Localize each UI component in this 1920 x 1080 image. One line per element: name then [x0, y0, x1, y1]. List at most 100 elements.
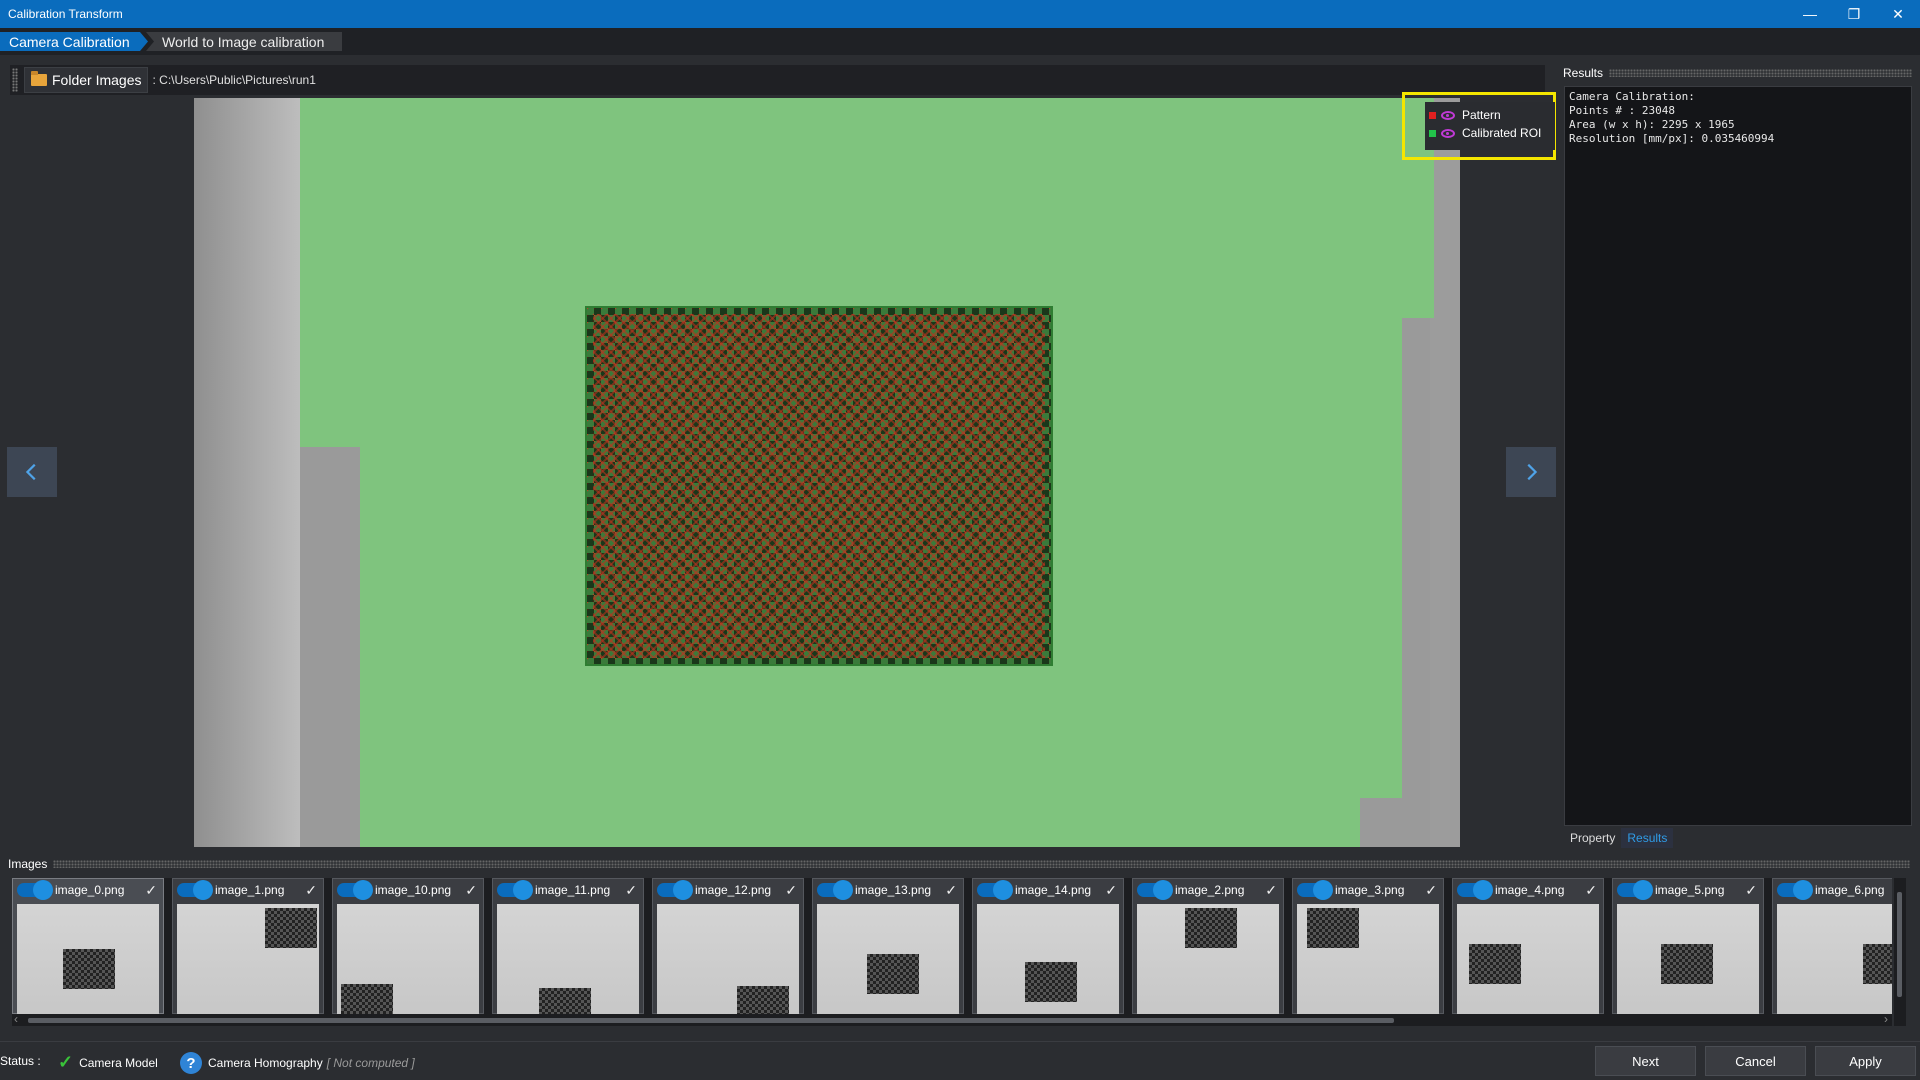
thumbnail-name: image_10.png: [375, 883, 452, 897]
next-button[interactable]: Next: [1595, 1046, 1696, 1076]
thumbnail-item[interactable]: image_14.png ✓: [972, 878, 1124, 1014]
thumbnail-name: image_12.png: [695, 883, 772, 897]
enable-toggle[interactable]: [1297, 880, 1333, 900]
eye-icon[interactable]: [1441, 128, 1455, 138]
enable-toggle[interactable]: [17, 880, 53, 900]
thumbnail-header: image_11.png ✓: [493, 879, 643, 901]
thumbnail-pattern: [1185, 908, 1237, 948]
thumbnail-image: [1297, 904, 1439, 1014]
check-icon: ✓: [1745, 882, 1757, 898]
tab-property[interactable]: Property: [1564, 828, 1621, 848]
cancel-button[interactable]: Cancel: [1705, 1046, 1806, 1076]
thumbnail-item[interactable]: image_13.png ✓: [812, 878, 964, 1014]
thumbnail-item[interactable]: image_4.png ✓: [1452, 878, 1604, 1014]
thumbnail-image: [17, 904, 159, 1014]
enable-toggle[interactable]: [1777, 880, 1813, 900]
enable-toggle[interactable]: [977, 880, 1013, 900]
thumbnail-item[interactable]: image_12.png ✓: [652, 878, 804, 1014]
camera-homography-status: ? Camera Homography [ Not computed ]: [180, 1052, 415, 1074]
legend-box: Pattern Calibrated ROI: [1425, 102, 1555, 150]
thumbnail-header: image_0.png ✓: [13, 879, 163, 901]
thumbnail-header: image_10.png ✓: [333, 879, 483, 901]
enable-toggle[interactable]: [817, 880, 853, 900]
scroll-left-icon[interactable]: ‹: [14, 1012, 18, 1026]
image-background-right: [1430, 98, 1460, 847]
thumbnail-image: [1617, 904, 1759, 1014]
legend-item-calibrated-roi[interactable]: Calibrated ROI: [1429, 125, 1541, 141]
scrollbar-thumb[interactable]: [28, 1018, 1394, 1023]
check-icon: ✓: [625, 882, 637, 898]
enable-toggle[interactable]: [1457, 880, 1493, 900]
results-line: Area (w x h): 2295 x 1965: [1569, 118, 1735, 131]
thumbnail-header: image_5.png ✓: [1613, 879, 1763, 901]
apply-button[interactable]: Apply: [1815, 1046, 1916, 1076]
thumbnail-item[interactable]: image_5.png ✓: [1612, 878, 1764, 1014]
images-header: Images: [8, 855, 1910, 872]
horizontal-scrollbar[interactable]: ‹ ›: [12, 1012, 1892, 1026]
thumbnail-item[interactable]: image_2.png ✓: [1132, 878, 1284, 1014]
question-icon: ?: [180, 1052, 202, 1074]
thumbnail-pattern: [867, 954, 919, 994]
tab-world-to-image-calibration[interactable]: World to Image calibration: [146, 32, 342, 51]
thumbnail-header: image_14.png ✓: [973, 879, 1123, 901]
thumbnail-name: image_3.png: [1335, 883, 1405, 897]
scroll-right-icon[interactable]: ›: [1884, 1012, 1888, 1026]
vertical-scrollbar[interactable]: [1894, 878, 1906, 1026]
close-icon[interactable]: ✕: [1876, 0, 1920, 28]
thumbnail-image: [817, 904, 959, 1014]
thumbnail-header: image_4.png ✓: [1453, 879, 1603, 901]
calibration-image[interactable]: [194, 98, 1460, 847]
thumbnail-image: [1777, 904, 1892, 1014]
enable-toggle[interactable]: [657, 880, 693, 900]
thumbnail-item[interactable]: image_1.png ✓: [172, 878, 324, 1014]
thumbnail-item[interactable]: image_10.png ✓: [332, 878, 484, 1014]
check-icon: ✓: [1105, 882, 1117, 898]
previous-image-button[interactable]: [7, 447, 57, 497]
eye-icon[interactable]: [1441, 110, 1455, 120]
folder-path: : C:\Users\Public\Pictures\run1: [152, 73, 316, 87]
thumbnail-item[interactable]: image_0.png ✓: [12, 878, 164, 1014]
check-icon: ✓: [1265, 882, 1277, 898]
restore-icon[interactable]: ❐: [1832, 0, 1876, 28]
thumbnail-name: image_2.png: [1175, 883, 1245, 897]
results-text[interactable]: Camera Calibration: Points # : 23048 Are…: [1564, 86, 1912, 826]
minimize-icon[interactable]: —: [1788, 0, 1832, 28]
thumbnail-image: [497, 904, 639, 1014]
image-viewer: Folder Images : C:\Users\Public\Pictures…: [0, 55, 1556, 849]
folder-images-button[interactable]: Folder Images: [24, 67, 149, 93]
thumbnail-item[interactable]: image_11.png ✓: [492, 878, 644, 1014]
tab-bar: Camera Calibration World to Image calibr…: [0, 28, 1920, 55]
thumbnail-name: image_1.png: [215, 883, 285, 897]
thumbnail-pattern: [341, 984, 393, 1014]
enable-toggle[interactable]: [177, 880, 213, 900]
camera-homography-label: Camera Homography: [208, 1056, 323, 1070]
pattern-overlay: [585, 306, 1053, 666]
enable-toggle[interactable]: [497, 880, 533, 900]
scrollbar-thumb[interactable]: [1897, 892, 1902, 997]
results-title: Results: [1563, 65, 1604, 80]
thumbnail-item[interactable]: image_3.png ✓: [1292, 878, 1444, 1014]
check-icon: ✓: [1585, 882, 1597, 898]
chevron-right-icon: [1527, 463, 1538, 481]
thumbnail-name: image_13.png: [855, 883, 932, 897]
results-line: Camera Calibration:: [1569, 90, 1695, 103]
thumbnail-item[interactable]: image_6.png ✓: [1772, 878, 1892, 1014]
thumbnail-name: image_5.png: [1655, 883, 1725, 897]
enable-toggle[interactable]: [337, 880, 373, 900]
tab-camera-calibration[interactable]: Camera Calibration: [0, 32, 148, 51]
camera-model-label: Camera Model: [79, 1055, 158, 1070]
legend-item-pattern[interactable]: Pattern: [1429, 107, 1501, 123]
thumbnail-name: image_11.png: [535, 883, 611, 897]
enable-toggle[interactable]: [1617, 880, 1653, 900]
next-image-arrow-button[interactable]: [1506, 447, 1556, 497]
panel-grip-icon: [1609, 68, 1912, 77]
thumbnail-header: image_3.png ✓: [1293, 879, 1443, 901]
thumbnail-header: image_12.png ✓: [653, 879, 803, 901]
thumbnail-pattern: [539, 988, 591, 1014]
results-panel: Results Camera Calibration: Points # : 2…: [1563, 64, 1912, 848]
toolbar-grip-icon[interactable]: [12, 68, 18, 92]
legend-label: Calibrated ROI: [1462, 126, 1542, 140]
enable-toggle[interactable]: [1137, 880, 1173, 900]
legend-label: Pattern: [1462, 108, 1501, 122]
tab-results[interactable]: Results: [1621, 828, 1674, 848]
